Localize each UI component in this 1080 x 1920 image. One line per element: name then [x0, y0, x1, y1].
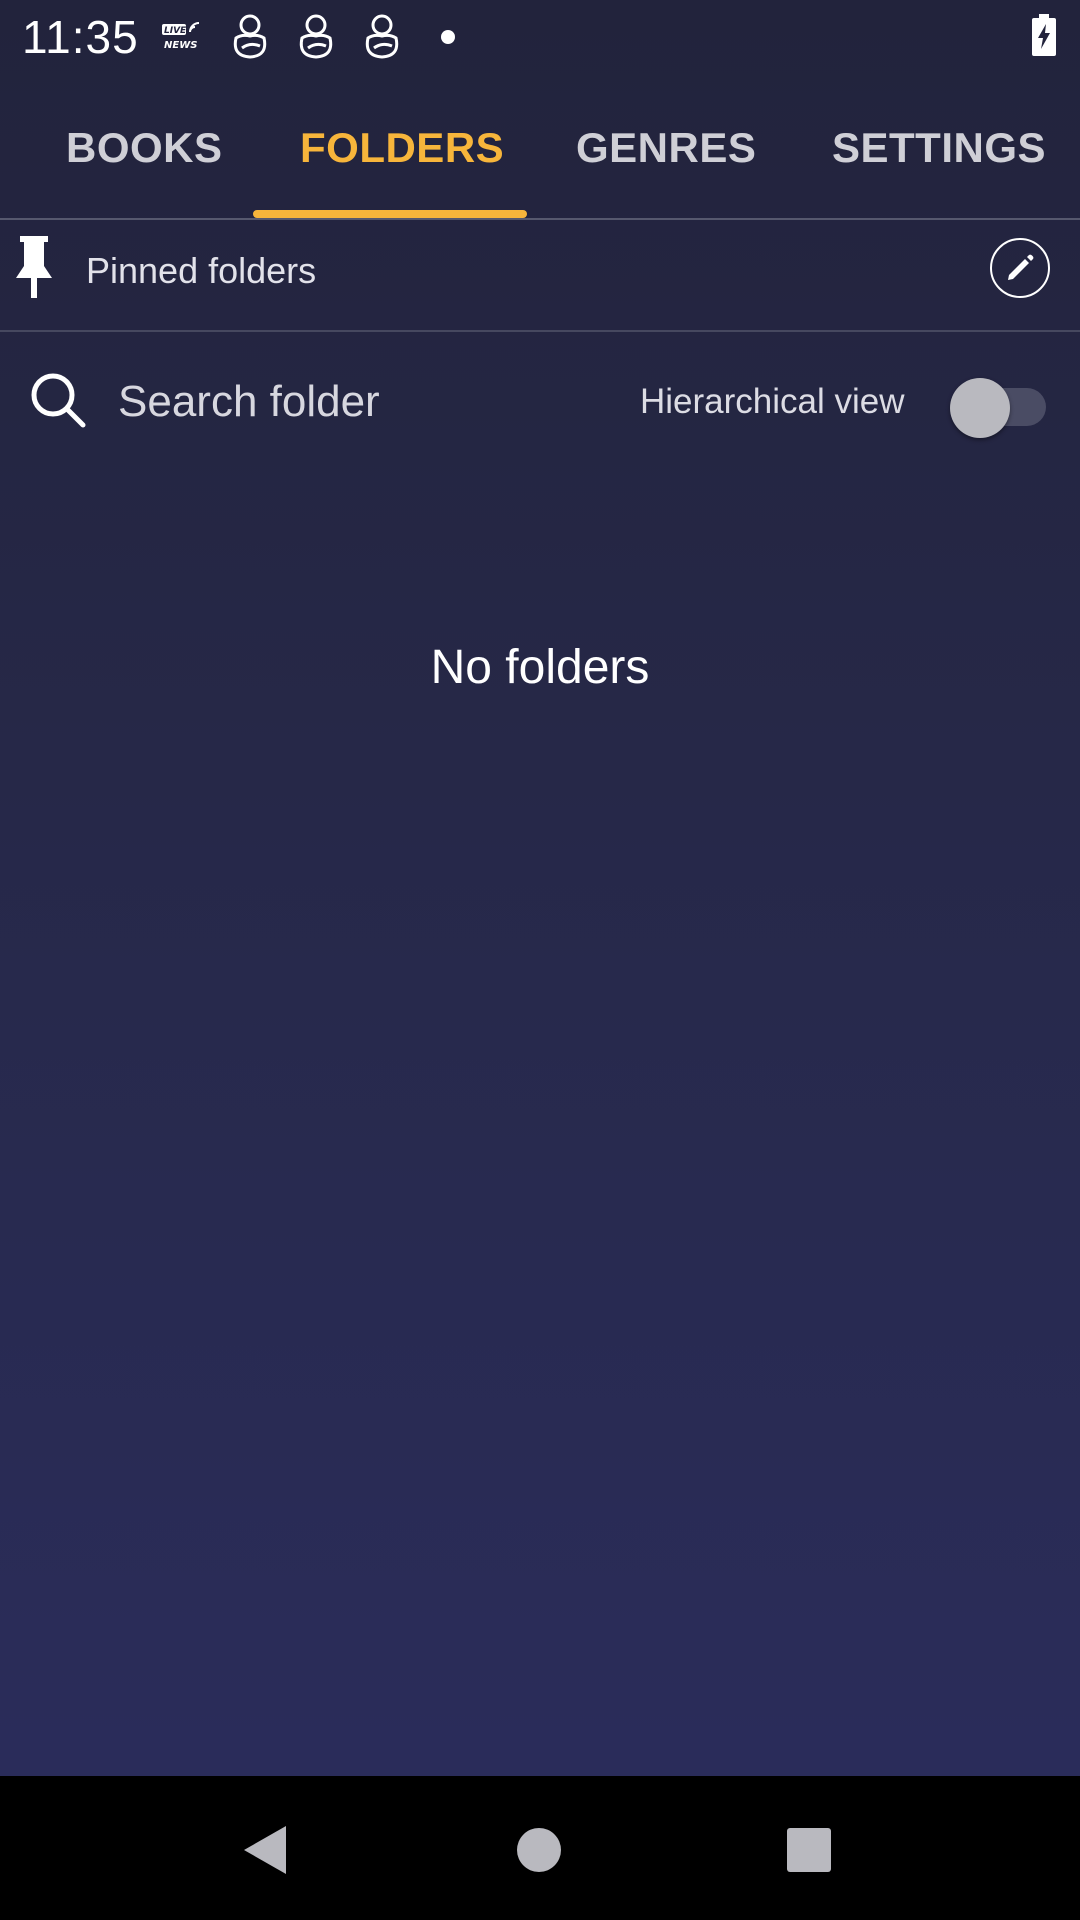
navigation-bar	[0, 1776, 1080, 1920]
pinned-folders-row[interactable]: Pinned folders	[0, 220, 1080, 332]
hierarchical-view-toggle[interactable]	[950, 378, 1046, 438]
notification-dot-icon	[441, 30, 455, 44]
back-icon[interactable]	[236, 1820, 296, 1880]
search-row: Hierarchical view	[0, 340, 1080, 460]
pinned-folders-label: Pinned folders	[86, 250, 317, 291]
tab-genres[interactable]: GENRES	[576, 124, 756, 172]
active-tab-indicator	[253, 210, 527, 218]
home-icon[interactable]	[509, 1820, 569, 1880]
pencil-icon	[1008, 254, 1034, 280]
pin-icon	[16, 236, 52, 298]
svg-text:NEWS: NEWS	[164, 40, 197, 51]
hierarchical-view-label: Hierarchical view	[640, 382, 905, 421]
search-icon[interactable]	[28, 370, 88, 430]
status-time: 11:35	[22, 11, 139, 63]
screen: 11:35 LIVE NEWS BOOKS FOLDERS GENRES SET…	[0, 0, 1080, 1920]
baby-icon	[299, 14, 333, 59]
tab-settings[interactable]: SETTINGS	[832, 124, 1046, 172]
search-input[interactable]	[118, 372, 588, 432]
empty-state-text: No folders	[430, 641, 650, 694]
live-news-icon: LIVE NEWS	[162, 22, 200, 51]
status-bar: 11:35 LIVE NEWS	[0, 0, 1080, 72]
toggle-thumb	[950, 378, 1010, 438]
baby-icon	[365, 14, 399, 59]
tab-bar: BOOKS FOLDERS GENRES SETTINGS	[0, 90, 1080, 220]
edit-pinned-button[interactable]	[990, 238, 1050, 298]
recents-icon[interactable]	[779, 1820, 839, 1880]
tab-books[interactable]: BOOKS	[66, 124, 223, 172]
tab-folders[interactable]: FOLDERS	[300, 124, 504, 172]
baby-icon	[233, 14, 267, 59]
svg-text:LIVE: LIVE	[164, 26, 187, 36]
battery-charging-icon	[1032, 14, 1056, 56]
